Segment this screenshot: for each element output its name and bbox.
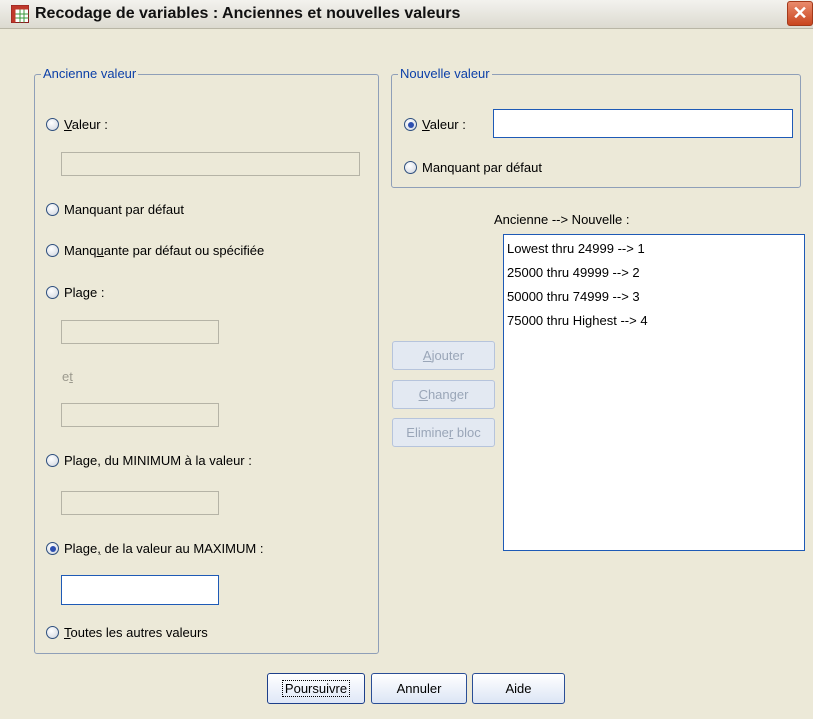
old-value-radio-sysuser-missing[interactable]: Manquante par défaut ou spécifiée bbox=[46, 243, 264, 258]
old-value-radio-sysmiss[interactable]: Manquant par défaut bbox=[46, 202, 184, 217]
cancel-button[interactable]: Annuler bbox=[371, 673, 467, 704]
continue-button-label: Poursuivre bbox=[281, 680, 351, 697]
radio-label: Valeur : bbox=[422, 117, 466, 132]
new-value-input[interactable] bbox=[493, 109, 793, 138]
close-button[interactable]: ✕ bbox=[787, 1, 813, 26]
new-value-radio-value[interactable]: Valeur : bbox=[404, 117, 466, 132]
help-button[interactable]: Aide bbox=[472, 673, 565, 704]
help-button-label: Aide bbox=[505, 681, 532, 696]
list-item[interactable]: 50000 thru 74999 --> 3 bbox=[507, 288, 801, 312]
radio-label: Manquant par défaut bbox=[422, 160, 542, 175]
radio-circle-icon bbox=[46, 203, 59, 216]
remove-button[interactable]: Eliminer bloc bbox=[392, 418, 495, 447]
old-value-group-label: Ancienne valeur bbox=[41, 66, 139, 81]
radio-circle-icon bbox=[404, 161, 417, 174]
radio-circle-icon bbox=[46, 454, 59, 467]
radio-circle-icon bbox=[46, 286, 59, 299]
cancel-button-label: Annuler bbox=[396, 681, 442, 696]
radio-selected-icon bbox=[46, 542, 59, 555]
old-value-radio-range[interactable]: Plage : bbox=[46, 285, 104, 300]
new-value-group-label: Nouvelle valeur bbox=[398, 66, 492, 81]
range-and-label: et bbox=[62, 369, 73, 384]
radio-label: Toutes les autres valeurs bbox=[64, 625, 208, 640]
list-item[interactable]: 75000 thru Highest --> 4 bbox=[507, 312, 801, 336]
radio-selected-icon bbox=[404, 118, 417, 131]
radio-label: Plage : bbox=[64, 285, 105, 300]
old-value-radio-range-highest[interactable]: Plage, de la valeur au MAXIMUM : bbox=[46, 541, 263, 556]
window-title: Recodage de variables : Anciennes et nou… bbox=[35, 5, 461, 22]
radio-circle-icon bbox=[46, 118, 59, 131]
list-item[interactable]: Lowest thru 24999 --> 1 bbox=[507, 240, 801, 264]
list-label: Ancienne --> Nouvelle : bbox=[494, 212, 630, 227]
radio-circle-icon bbox=[46, 626, 59, 639]
radio-label: Plage, du MINIMUM à la valeur : bbox=[64, 453, 252, 468]
range-lowest-input[interactable] bbox=[61, 491, 219, 515]
old-value-input[interactable] bbox=[61, 152, 360, 176]
radio-circle-icon bbox=[46, 244, 59, 257]
old-value-radio-all-other[interactable]: Toutes les autres valeurs bbox=[46, 625, 208, 640]
recode-list[interactable]: Lowest thru 24999 --> 1 25000 thru 49999… bbox=[503, 234, 805, 551]
add-button[interactable]: Ajouter bbox=[392, 341, 495, 370]
continue-button[interactable]: Poursuivre bbox=[267, 673, 365, 704]
change-button[interactable]: Changer bbox=[392, 380, 495, 409]
title-bar: Recodage de variables : Anciennes et nou… bbox=[0, 0, 813, 29]
data-editor-grid-icon bbox=[11, 5, 29, 23]
remove-button-label: Eliminer bloc bbox=[406, 425, 481, 440]
change-button-label: Changer bbox=[418, 387, 469, 402]
range-highest-input[interactable] bbox=[61, 575, 219, 605]
add-button-label: Ajouter bbox=[422, 348, 465, 363]
radio-label: Manquante par défaut ou spécifiée bbox=[64, 243, 265, 258]
close-icon: ✕ bbox=[792, 3, 808, 23]
list-item[interactable]: 25000 thru 49999 --> 2 bbox=[507, 264, 801, 288]
radio-label: Valeur : bbox=[64, 117, 108, 132]
new-value-radio-sysmiss[interactable]: Manquant par défaut bbox=[404, 160, 542, 175]
range-high-input[interactable] bbox=[61, 403, 219, 427]
range-low-input[interactable] bbox=[61, 320, 219, 344]
old-value-radio-value[interactable]: Valeur : bbox=[46, 117, 108, 132]
old-value-radio-range-lowest[interactable]: Plage, du MINIMUM à la valeur : bbox=[46, 453, 252, 468]
radio-label: Plage, de la valeur au MAXIMUM : bbox=[64, 541, 264, 556]
radio-label: Manquant par défaut bbox=[64, 202, 184, 217]
